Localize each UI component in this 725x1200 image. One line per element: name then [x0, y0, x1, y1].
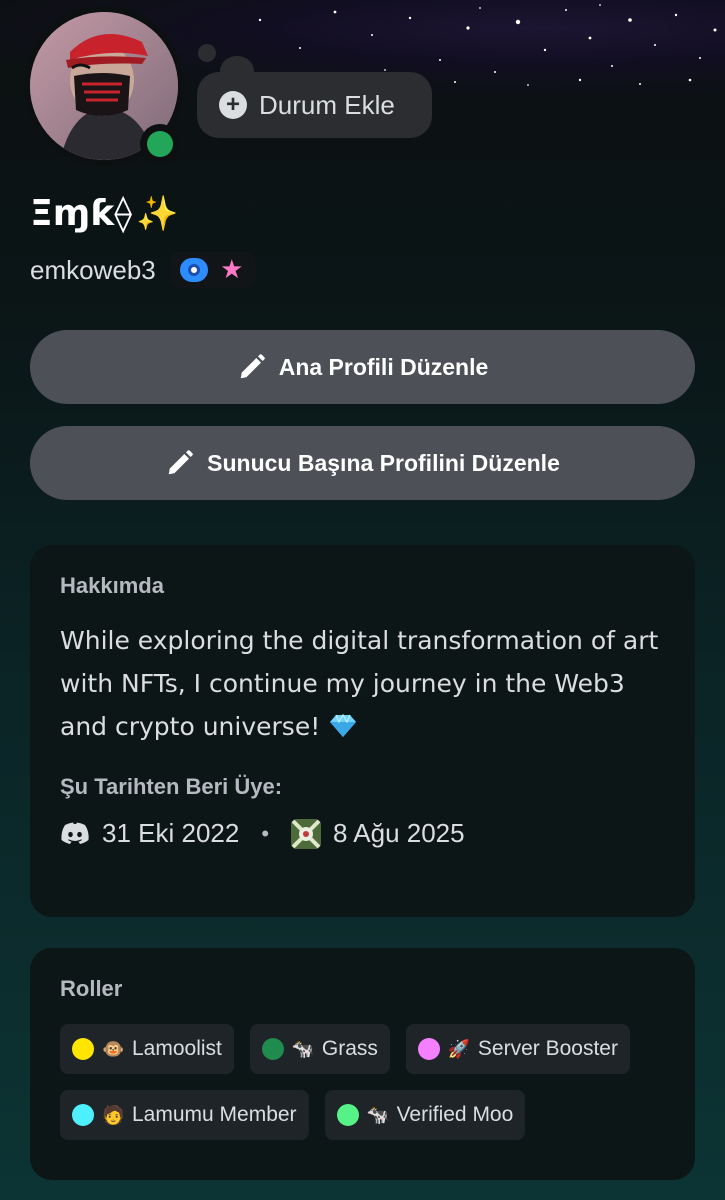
server-icon — [291, 818, 322, 849]
roles-card: Roller 🐵 Lamoolist 🐄 Grass 🚀 Server Boos… — [30, 948, 695, 1180]
add-status-button[interactable]: + Durum Ekle — [197, 72, 432, 138]
pencil-icon — [168, 450, 193, 475]
person-emoji-icon: 🧑 — [102, 1104, 125, 1125]
role-name: Lamumu Member — [132, 1103, 297, 1126]
role-color-dot — [72, 1104, 94, 1126]
role-name: Grass — [321, 1037, 378, 1060]
role-chip-grass[interactable]: 🐄 Grass — [249, 1024, 390, 1074]
edit-main-profile-label: Ana Profili Düzenle — [278, 353, 489, 380]
role-color-dot — [261, 1038, 284, 1060]
edit-server-profile-label: Sunucu Başına Profilini Düzenle — [207, 449, 560, 476]
sparkles-emoji: ✨ — [136, 193, 179, 234]
username: emkoweb3 — [30, 254, 156, 285]
rocket-emoji-icon: 🚀 — [447, 1038, 471, 1059]
display-name-text: Ξɱƙ⟠ — [30, 193, 132, 234]
bio-text: While exploring the digital transformati… — [60, 619, 665, 748]
cow-emoji-icon: 🐄 — [366, 1104, 389, 1125]
role-name: Server Booster — [477, 1037, 618, 1060]
role-chip-lamumu-member[interactable]: 🧑 Lamumu Member — [60, 1090, 309, 1140]
pencil-icon — [240, 354, 265, 379]
role-chip-lamoolist[interactable]: 🐵 Lamoolist — [60, 1024, 234, 1074]
about-me-heading: Hakkımda — [60, 573, 164, 598]
display-name: Ξɱƙ⟠ ✨ — [30, 193, 178, 234]
roles-heading: Roller — [60, 976, 123, 1001]
cow-emoji-icon: 🐄 — [291, 1038, 315, 1059]
status-bubble-tail-small — [198, 44, 216, 62]
nitro-boost-badge-icon[interactable] — [179, 258, 208, 282]
monkey-emoji-icon: 🐵 — [102, 1038, 125, 1059]
gem-icon — [330, 713, 357, 737]
plus-circle-icon: + — [219, 91, 247, 119]
add-status-label: Durum Ekle — [259, 89, 395, 120]
star-badge-icon[interactable]: ★ — [218, 256, 246, 284]
role-chip-server-booster[interactable]: 🚀 Server Booster — [405, 1024, 630, 1074]
username-row: emkoweb3 ★ — [30, 252, 256, 288]
member-since-row: 31 Eki 2022 • 8 Ağu 2025 — [60, 818, 665, 849]
discord-logo-icon — [61, 822, 89, 844]
member-since-heading: Şu Tarihten Beri Üye: — [60, 774, 283, 799]
profile-badges: ★ — [169, 252, 256, 288]
online-status-indicator — [140, 124, 180, 164]
discord-join-date: 31 Eki 2022 — [102, 818, 240, 848]
role-name: Lamoolist — [132, 1037, 222, 1060]
role-color-dot — [72, 1038, 94, 1060]
roles-list: 🐵 Lamoolist 🐄 Grass 🚀 Server Booster 🧑 L… — [60, 1024, 665, 1140]
bio-text-content: While exploring the digital transformati… — [60, 626, 659, 741]
role-name: Verified Moo — [396, 1103, 514, 1126]
role-color-dot — [336, 1104, 359, 1126]
edit-main-profile-button[interactable]: Ana Profili Düzenle — [30, 330, 695, 404]
date-separator: • — [261, 820, 270, 846]
about-me-card: Hakkımda While exploring the digital tra… — [30, 545, 695, 917]
role-color-dot — [417, 1038, 440, 1060]
edit-server-profile-button[interactable]: Sunucu Başına Profilini Düzenle — [30, 426, 695, 500]
role-chip-verified-moo[interactable]: 🐄 Verified Moo — [324, 1090, 526, 1140]
server-join-date: 8 Ağu 2025 — [333, 818, 465, 848]
